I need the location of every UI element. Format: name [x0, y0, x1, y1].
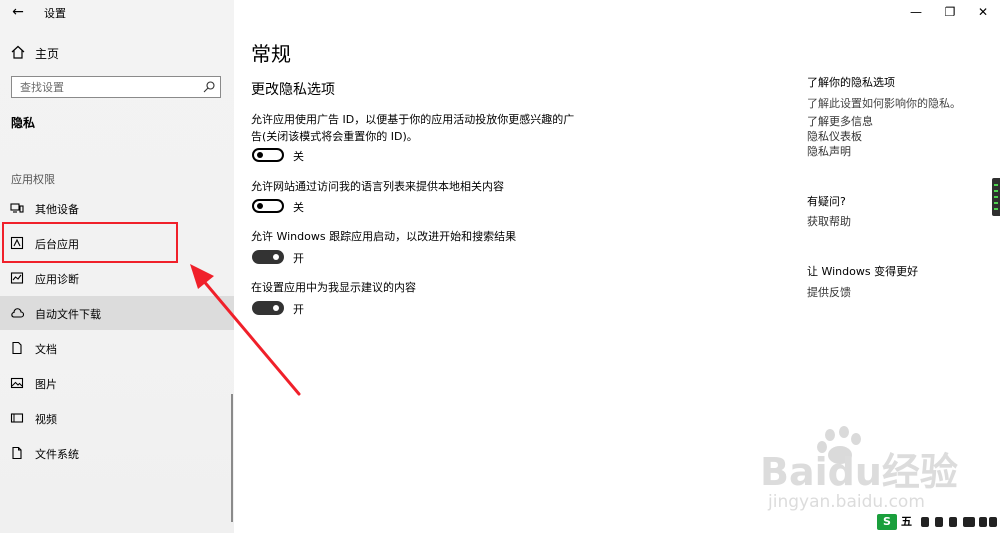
track-launches-toggle[interactable]: [252, 250, 284, 264]
sidebar-item-home[interactable]: 主页: [0, 42, 234, 64]
sidebar-scrollbar[interactable]: [231, 394, 233, 522]
get-help-link[interactable]: 获取帮助: [807, 213, 851, 229]
toggle-knob: [273, 254, 279, 260]
sidebar-item-label: 图片: [35, 378, 57, 391]
ime-mode-label[interactable]: 五: [901, 514, 912, 530]
sidebar-item-label: 文档: [35, 343, 57, 356]
sidebar: ← 设置 主页 隐私 应用权限 其他设备 后台应用: [0, 0, 234, 533]
setting-advertising-id-desc: 允许应用使用广告 ID，以便基于你的应用活动投放你更感兴趣的广告(关闭该模式将会…: [251, 113, 575, 143]
toggle-knob: [257, 203, 263, 209]
tools-icon[interactable]: [989, 517, 997, 527]
cloud-icon: [11, 308, 24, 318]
section-title: 隐私: [11, 116, 36, 130]
watermark-url: jingyan.baidu.com: [767, 492, 925, 512]
diagnostics-icon: [10, 272, 24, 284]
video-icon: [10, 413, 24, 423]
watermark-brand: Baidu经验: [760, 450, 958, 494]
sidebar-item-label: 文件系统: [35, 448, 79, 461]
search-input[interactable]: [12, 77, 204, 97]
side-widget[interactable]: [992, 178, 1000, 216]
advertising-id-toggle[interactable]: [252, 148, 284, 162]
setting-suggested-content-desc: 在设置应用中为我显示建议的内容: [251, 281, 416, 294]
sidebar-item-label: 应用诊断: [35, 273, 79, 286]
ime-tray[interactable]: S 五: [877, 514, 997, 530]
document-icon: [12, 341, 22, 355]
sidebar-item-label: 主页: [35, 47, 60, 61]
sidebar-item-background-apps[interactable]: 后台应用: [0, 226, 234, 260]
file-icon: [12, 446, 22, 460]
devices-icon: [10, 203, 24, 213]
back-arrow-icon[interactable]: ←: [8, 3, 28, 21]
close-button[interactable]: ✕: [974, 4, 992, 20]
picture-icon: [10, 377, 24, 389]
moon-icon[interactable]: [921, 517, 929, 527]
window-title: 设置: [44, 7, 66, 20]
minimize-button[interactable]: —: [907, 4, 925, 20]
sidebar-item-other-devices[interactable]: 其他设备: [0, 191, 234, 225]
improve-windows-heading: 让 Windows 变得更好: [807, 265, 919, 278]
sidebar-item-app-diagnostics[interactable]: 应用诊断: [0, 261, 234, 295]
feedback-link[interactable]: 提供反馈: [807, 284, 851, 300]
toggle-state-label: 关: [293, 150, 304, 163]
search-box[interactable]: [11, 76, 221, 98]
punctuation-icon[interactable]: [935, 517, 943, 527]
home-icon: [11, 45, 25, 59]
keyboard-icon[interactable]: [963, 517, 975, 527]
toggle-knob: [273, 305, 279, 311]
suggested-content-toggle[interactable]: [252, 301, 284, 315]
section-subtitle: 更改隐私选项: [251, 82, 335, 98]
background-apps-icon: [10, 236, 24, 250]
user-icon[interactable]: [979, 517, 987, 527]
toggle-state-label: 开: [293, 252, 304, 265]
toggle-state-label: 关: [293, 201, 304, 214]
sidebar-item-label: 视频: [35, 413, 57, 426]
setting-language-list-desc: 允许网站通过访问我的语言列表来提供本地相关内容: [251, 180, 504, 193]
sogou-logo-icon[interactable]: S: [877, 514, 897, 530]
group-title: 应用权限: [11, 173, 55, 186]
privacy-statement-link[interactable]: 隐私声明: [807, 143, 851, 159]
sidebar-item-label: 自动文件下载: [35, 308, 101, 321]
sidebar-item-label: 后台应用: [35, 238, 79, 251]
privacy-dashboard-link[interactable]: 隐私仪表板: [807, 128, 862, 144]
emoji-icon[interactable]: [949, 517, 957, 527]
sidebar-item-documents[interactable]: 文档: [0, 331, 234, 365]
baidu-watermark-logo: Baidu经验 jingyan.baidu.com: [760, 426, 958, 512]
maximize-button[interactable]: ❐: [941, 4, 959, 20]
page-title: 常规: [251, 42, 291, 66]
setting-track-launches-desc: 允许 Windows 跟踪应用启动，以改进开始和搜索结果: [251, 230, 517, 243]
sidebar-item-auto-download[interactable]: 自动文件下载: [0, 296, 234, 330]
privacy-options-text: 了解此设置如何影响你的隐私。: [807, 97, 961, 110]
sidebar-item-videos[interactable]: 视频: [0, 401, 234, 435]
sidebar-item-label: 其他设备: [35, 203, 79, 216]
privacy-options-heading: 了解你的隐私选项: [807, 76, 895, 89]
sidebar-item-file-system[interactable]: 文件系统: [0, 436, 234, 470]
sidebar-item-pictures[interactable]: 图片: [0, 366, 234, 400]
question-heading: 有疑问?: [807, 195, 846, 208]
toggle-knob: [257, 152, 263, 158]
language-list-toggle[interactable]: [252, 199, 284, 213]
search-icon[interactable]: [202, 80, 216, 94]
learn-more-link[interactable]: 了解更多信息: [807, 113, 873, 129]
toggle-state-label: 开: [293, 303, 304, 316]
